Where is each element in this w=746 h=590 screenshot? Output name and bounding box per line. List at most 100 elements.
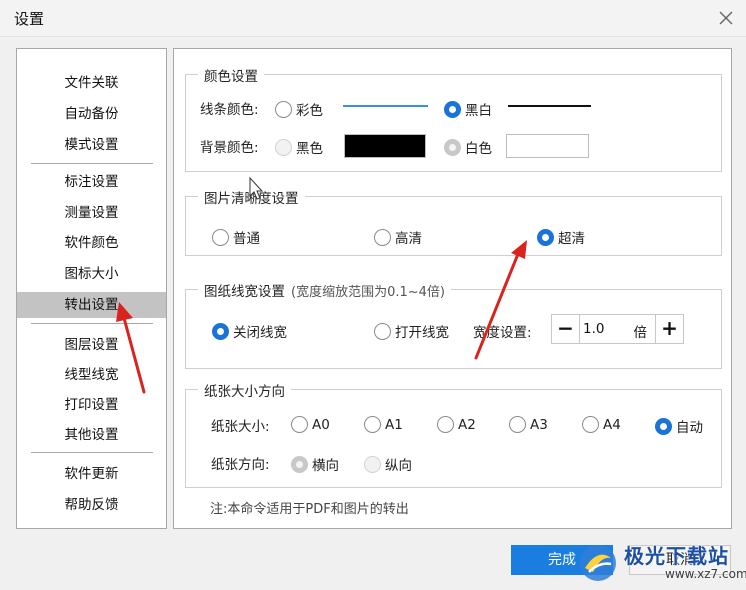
width-setting-label: 宽度设置: [473, 325, 532, 341]
radio-icon [655, 417, 672, 435]
radio-icon [537, 228, 554, 246]
window-title: 设置 [14, 10, 45, 28]
group-title: 图片清晰度设置 [198, 187, 305, 207]
settings-sidebar: 文件关联 自动备份 模式设置 标注设置 测量设置 软件颜色 图标大小 转出设置 … [16, 48, 167, 529]
radio-label: A2 [458, 416, 476, 433]
sidebar-item-other-settings[interactable]: 其他设置 [17, 422, 166, 448]
radio-label: 普通 [233, 231, 260, 247]
paper-size-a0-radio[interactable]: A0 [291, 416, 330, 433]
radio-icon [212, 228, 229, 246]
group-title: 颜色设置 [198, 65, 264, 85]
sidebar-item-print-settings[interactable]: 打印设置 [17, 392, 166, 418]
paper-size-label: 纸张大小: [211, 419, 270, 435]
orientation-landscape-radio[interactable]: 横向 [291, 454, 339, 474]
paper-size-a2-radio[interactable]: A2 [437, 416, 476, 433]
black-swatch [344, 134, 426, 158]
radio-icon [275, 100, 292, 118]
colored-line-sample [343, 105, 428, 107]
bg-color-black-radio[interactable]: 黑色 [275, 137, 323, 157]
sidebar-item-annotation-settings[interactable]: 标注设置 [17, 169, 166, 195]
radio-icon [374, 228, 391, 246]
bw-line-sample [508, 105, 591, 107]
group-title-hint: (宽度缩放范围为0.1~4倍) [291, 285, 445, 300]
radio-label: A0 [312, 416, 330, 433]
export-note: 注:本命令适用于PDF和图片的转出 [210, 502, 409, 517]
sidebar-item-icon-size[interactable]: 图标大小 [17, 261, 166, 287]
line-color-colored-radio[interactable]: 彩色 [275, 99, 323, 119]
radio-icon [364, 416, 381, 433]
paper-size-orientation-group: 纸张大小方向 纸张大小: A0 A1 A2 A3 A4 自动 纸张方向: 横向 … [185, 380, 722, 488]
radio-label: 关闭线宽 [233, 325, 287, 341]
radio-label: A4 [603, 416, 621, 433]
sidebar-divider [31, 163, 153, 164]
radio-icon [364, 455, 381, 473]
radio-icon [444, 100, 461, 118]
radio-label: 横向 [312, 458, 339, 474]
group-title: 纸张大小方向 [198, 380, 291, 400]
line-color-bw-radio[interactable]: 黑白 [444, 99, 492, 119]
sidebar-divider [31, 323, 153, 324]
bg-color-white-radio[interactable]: 白色 [444, 137, 492, 157]
radio-label: 纵向 [385, 458, 412, 474]
quality-ultra-hd-radio[interactable]: 超清 [537, 227, 585, 247]
sidebar-item-linetype-width[interactable]: 线型线宽 [17, 362, 166, 388]
radio-label: 自动 [676, 420, 703, 436]
close-icon [719, 11, 733, 25]
radio-label: 白色 [465, 141, 492, 157]
radio-icon [509, 416, 526, 433]
radio-label: 打开线宽 [395, 325, 449, 341]
sidebar-item-software-update[interactable]: 软件更新 [17, 461, 166, 487]
line-width-on-radio[interactable]: 打开线宽 [374, 321, 449, 341]
done-button[interactable]: 完成 [511, 545, 613, 575]
width-value-input[interactable]: 1.0 倍 [579, 314, 656, 344]
line-width-group: 图纸线宽设置 (宽度缩放范围为0.1~4倍) 关闭线宽 打开线宽 宽度设置: − … [185, 280, 722, 369]
paper-size-a3-radio[interactable]: A3 [509, 416, 548, 433]
radio-label: A1 [385, 416, 403, 433]
sidebar-item-mode-settings[interactable]: 模式设置 [17, 132, 166, 158]
sidebar-divider [31, 452, 153, 453]
white-swatch [506, 134, 589, 158]
radio-icon [291, 455, 308, 473]
width-decrease-button[interactable]: − [551, 314, 580, 344]
image-quality-group: 图片清晰度设置 普通 高清 超清 [185, 187, 722, 256]
paper-size-auto-radio[interactable]: 自动 [655, 416, 703, 436]
radio-icon [291, 416, 308, 433]
radio-icon [275, 138, 292, 156]
width-increase-button[interactable]: + [655, 314, 684, 344]
radio-label: 黑白 [465, 103, 492, 119]
title-bar: 设置 [0, 0, 746, 37]
sidebar-item-layer-settings[interactable]: 图层设置 [17, 332, 166, 358]
group-title-text: 图纸线宽设置 [204, 284, 285, 300]
bg-color-label: 背景颜色: [200, 140, 259, 156]
sidebar-item-help-feedback[interactable]: 帮助反馈 [17, 492, 166, 518]
radio-label: 超清 [558, 231, 585, 247]
color-settings-group: 颜色设置 线条颜色: 彩色 黑白 背景颜色: 黑色 白色 [185, 65, 722, 172]
radio-label: 高清 [395, 231, 422, 247]
group-title: 图纸线宽设置 (宽度缩放范围为0.1~4倍) [198, 280, 451, 300]
cancel-button[interactable]: 取消 [629, 545, 731, 575]
paper-orientation-label: 纸张方向: [211, 457, 270, 473]
sidebar-item-software-color[interactable]: 软件颜色 [17, 230, 166, 256]
width-unit: 倍 [633, 325, 648, 341]
paper-size-a4-radio[interactable]: A4 [582, 416, 621, 433]
radio-icon [437, 416, 454, 433]
quality-normal-radio[interactable]: 普通 [212, 227, 260, 247]
line-color-label: 线条颜色: [200, 102, 259, 118]
sidebar-item-export-settings[interactable]: 转出设置 [17, 292, 166, 318]
close-button[interactable] [712, 4, 740, 32]
sidebar-item-measure-settings[interactable]: 测量设置 [17, 200, 166, 226]
radio-label: 黑色 [296, 141, 323, 157]
width-value: 1.0 [583, 321, 605, 337]
quality-hd-radio[interactable]: 高清 [374, 227, 422, 247]
radio-icon [212, 322, 229, 340]
orientation-portrait-radio[interactable]: 纵向 [364, 454, 412, 474]
export-settings-panel: 颜色设置 线条颜色: 彩色 黑白 背景颜色: 黑色 白色 图片清晰度设置 普通 [173, 48, 732, 529]
radio-icon [582, 416, 599, 433]
paper-size-a1-radio[interactable]: A1 [364, 416, 403, 433]
radio-icon [444, 138, 461, 156]
sidebar-item-file-association[interactable]: 文件关联 [17, 70, 166, 96]
sidebar-item-auto-backup[interactable]: 自动备份 [17, 101, 166, 127]
line-width-off-radio[interactable]: 关闭线宽 [212, 321, 287, 341]
radio-label: A3 [530, 416, 548, 433]
radio-icon [374, 322, 391, 340]
